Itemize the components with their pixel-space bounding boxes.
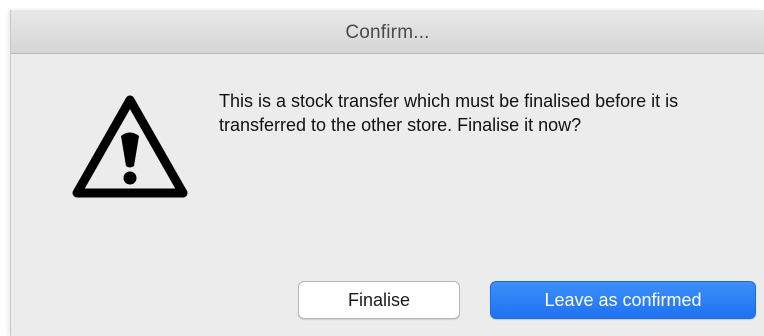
dialog-title: Confirm... xyxy=(345,22,430,43)
dialog-message: This is a stock transfer which must be f… xyxy=(219,91,679,135)
finalise-button[interactable]: Finalise xyxy=(298,281,460,319)
leave-as-confirmed-button[interactable]: Leave as confirmed xyxy=(490,281,756,319)
warning-icon xyxy=(69,90,191,202)
dialog-titlebar[interactable]: Confirm... xyxy=(11,10,764,54)
confirm-dialog: Confirm... This is a stock transfer whic… xyxy=(10,10,764,336)
